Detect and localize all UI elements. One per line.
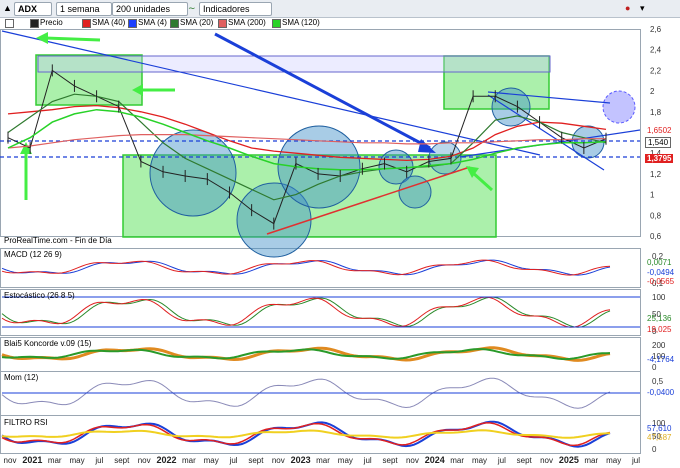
y-tick-koncorde: 0: [652, 363, 657, 372]
y-tick-price: 2,6: [650, 25, 662, 34]
x-tick: jul: [229, 456, 238, 465]
y-tick-rsi: 0: [652, 445, 657, 454]
x-tick: sept: [248, 456, 264, 465]
rsi-yellow: [1, 429, 611, 439]
y-tick-price: 2,4: [650, 46, 662, 55]
x-tick: jul: [497, 456, 506, 465]
macd-tag-1: 0,0071: [647, 258, 672, 267]
x-tick: 2024: [425, 455, 445, 465]
x-tick: sept: [114, 456, 130, 465]
stoch-k: [1, 296, 611, 328]
panel-title-stoch: Estocástico (26 8 5): [4, 291, 75, 300]
x-tick: nov: [406, 456, 419, 465]
price-tag-sma40: 1,6502: [645, 126, 674, 135]
x-tick: 2023: [291, 455, 311, 465]
x-tick: may: [338, 456, 353, 465]
x-tick: may: [70, 456, 85, 465]
panel-title-rsi: FILTRO RSI: [4, 418, 48, 427]
y-tick-price: 1: [650, 191, 655, 200]
x-tick: 2021: [22, 455, 42, 465]
x-tick: nov: [540, 456, 553, 465]
x-tick: may: [606, 456, 621, 465]
panel-frame-stoch: [0, 289, 641, 336]
y-tick-price: 2: [650, 87, 655, 96]
x-tick: 2025: [559, 455, 579, 465]
x-tick: nov: [138, 456, 151, 465]
x-tick: mar: [584, 456, 598, 465]
x-tick: jul: [631, 456, 640, 465]
x-tick: 2022: [156, 455, 176, 465]
x-tick: mar: [316, 456, 330, 465]
circle-target: [602, 90, 636, 124]
koncorde-tag: -4,1764: [647, 355, 675, 364]
x-tick: mar: [48, 456, 62, 465]
panel-title-mom: Mom (12): [4, 373, 39, 382]
panel-title-koncorde: Blai5 Koncorde v.09 (15): [4, 339, 92, 348]
y-tick-stoch: 100: [652, 293, 666, 302]
x-tick: sept: [383, 456, 399, 465]
macd-tag-3: -0,0565: [647, 277, 675, 286]
blue-band: [37, 55, 551, 73]
y-tick-price: 0,8: [650, 211, 662, 220]
y-tick-price: 2,2: [650, 66, 662, 75]
mom-tag: -0,0400: [647, 388, 675, 397]
y-tick-price: 1,8: [650, 108, 662, 117]
stoch-tag-1: 25,136: [647, 314, 672, 323]
y-tick-mom: 0,5: [652, 377, 664, 386]
x-tick: jul: [363, 456, 372, 465]
price-tag-support: 1,3795: [645, 154, 674, 163]
price-tag-last: 1,540: [645, 137, 672, 148]
panel-title-macd: MACD (12 26 9): [4, 250, 62, 259]
panel-frame-macd: [0, 248, 641, 288]
x-tick: may: [472, 456, 487, 465]
panel-frame-rsi: [0, 415, 641, 454]
rsi-tag-2: 47,587: [647, 433, 672, 442]
y-tick-price: 0,6: [650, 232, 662, 241]
macd-tag-2: -0,0494: [647, 268, 675, 277]
green-arrow-1: [44, 36, 101, 42]
x-tick: sept: [517, 456, 533, 465]
x-tick: nov: [4, 456, 17, 465]
macd-line: [1, 259, 611, 276]
chart-canvas[interactable]: 2,62,42,221,81,41,210,80,60,20,110050020…: [0, 0, 680, 468]
source-label: ProRealTime.com - Fin de Día: [4, 236, 112, 245]
x-tick: mar: [450, 456, 464, 465]
stoch-tag-2: 19,025: [647, 325, 672, 334]
x-tick: mar: [182, 456, 196, 465]
rsi-tag-1: 57,610: [647, 424, 672, 433]
y-tick-koncorde: 200: [652, 341, 666, 350]
x-tick: jul: [94, 456, 103, 465]
x-tick: may: [204, 456, 219, 465]
x-tick: nov: [272, 456, 285, 465]
y-tick-price: 1,2: [650, 170, 662, 179]
